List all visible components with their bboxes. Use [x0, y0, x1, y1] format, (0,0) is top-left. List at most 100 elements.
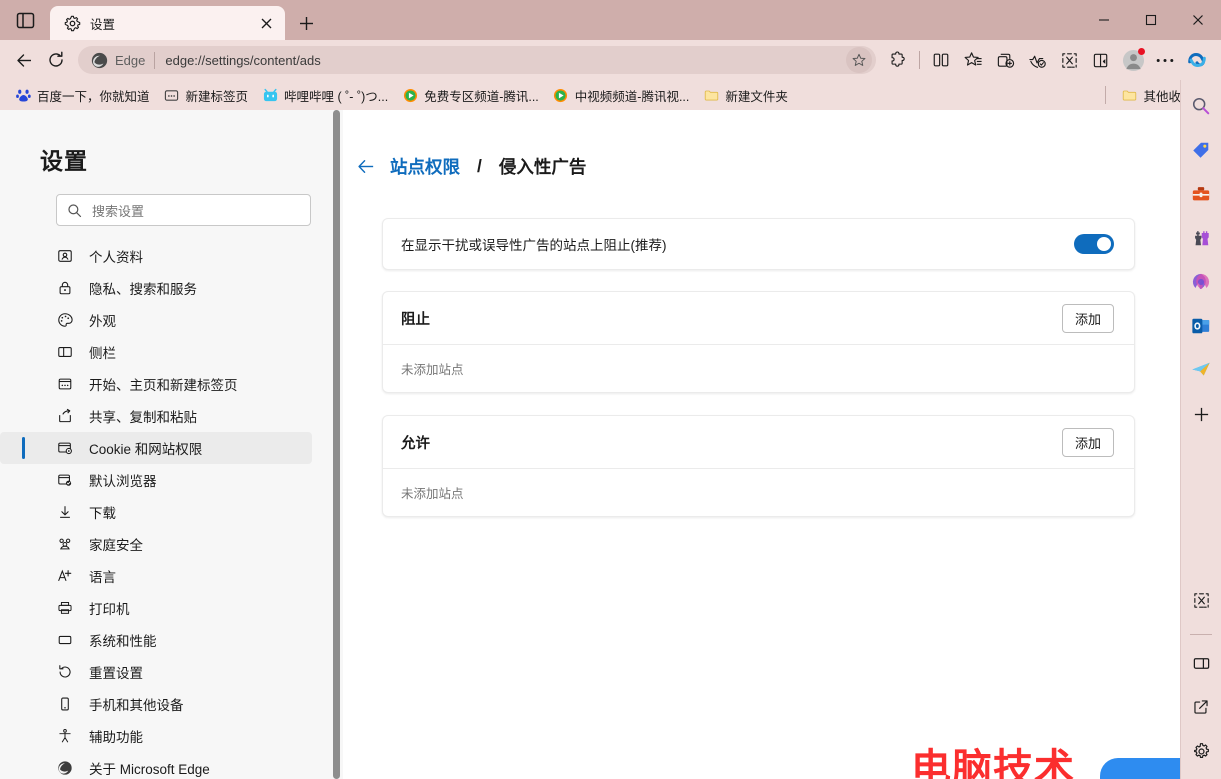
bookmark-item[interactable]: 免费专区频道-腾讯...	[395, 83, 546, 107]
maximize-button[interactable]	[1127, 0, 1174, 40]
sidebar-item-system[interactable]: 系统和性能	[0, 624, 312, 656]
rail-office-button[interactable]	[1185, 266, 1217, 298]
download-icon	[56, 504, 73, 521]
allow-section-body: 未添加站点	[383, 469, 1134, 516]
block-add-button[interactable]: 添加	[1062, 303, 1114, 333]
baidu-icon	[15, 87, 31, 103]
bookmark-folder[interactable]: 新建文件夹	[696, 83, 795, 107]
title-bar: 设置	[0, 0, 1221, 40]
rail-games-button[interactable]	[1185, 222, 1217, 254]
toggle-knob	[1097, 237, 1111, 251]
block-section-body: 未添加站点	[383, 345, 1134, 392]
sidebar-item-languages[interactable]: 语言	[0, 560, 312, 592]
search-settings-input[interactable]: 搜索设置	[56, 194, 311, 226]
tab-actions-button[interactable]	[0, 0, 50, 40]
rail-search-button[interactable]	[1185, 90, 1217, 122]
sidebar-item-appearance[interactable]: 外观	[0, 304, 312, 336]
toolbar-divider	[919, 51, 920, 69]
rail-outlook-button[interactable]	[1185, 310, 1217, 342]
minimize-button[interactable]	[1080, 0, 1127, 40]
sidebar-item-cookies-permissions[interactable]: Cookie 和网站权限	[0, 432, 312, 464]
url-text[interactable]: edge://settings/content/ads	[165, 53, 846, 68]
rail-settings-button[interactable]	[1185, 735, 1217, 767]
bookmark-item[interactable]: 中视频频道-腾讯视...	[546, 83, 697, 107]
sidebar-item-family-safety[interactable]: 家庭安全	[0, 528, 312, 560]
sidebar-item-profile[interactable]: 个人资料	[0, 240, 312, 272]
sidebar-icon	[56, 344, 73, 361]
sidebar-item-label: 家庭安全	[89, 538, 143, 553]
more-options-button[interactable]	[1149, 44, 1181, 76]
breadcrumb-parent-link[interactable]: 站点权限	[390, 154, 460, 179]
system-icon	[56, 632, 73, 649]
copilot-icon	[1188, 53, 1206, 67]
reload-button[interactable]	[40, 44, 72, 76]
page-content: 设置 搜索设置 个人资料 隐私、搜索和服务 外观 侧栏 开始、主页和新建标签页 …	[0, 110, 1180, 779]
search-icon	[68, 203, 82, 217]
browser-essentials-button[interactable]	[1021, 44, 1053, 76]
palette-icon	[56, 312, 73, 329]
address-bar[interactable]: Edge edge://settings/content/ads	[78, 46, 876, 74]
outlook-icon	[1192, 318, 1210, 334]
sidebar-scrollbar[interactable]	[333, 110, 340, 779]
allow-section-title: 允许	[401, 435, 430, 452]
sidebar-item-sidebar[interactable]: 侧栏	[0, 336, 312, 368]
ad-block-toggle-row[interactable]: 在显示干扰或误导性广告的站点上阻止(推荐)	[383, 219, 1134, 269]
family-icon	[56, 536, 73, 553]
collections-button[interactable]	[989, 44, 1021, 76]
sidebar-item-accessibility[interactable]: 辅助功能	[0, 720, 312, 752]
sidebar-item-share[interactable]: 共享、复制和粘贴	[0, 400, 312, 432]
new-tab-button[interactable]	[289, 6, 323, 40]
folder-icon	[1121, 87, 1137, 103]
bookmark-item[interactable]: 百度一下，你就知道	[8, 83, 157, 107]
bookmark-item[interactable]: 新建标签页	[157, 83, 256, 107]
ad-block-toggle-card: 在显示干扰或误导性广告的站点上阻止(推荐)	[382, 218, 1135, 270]
rail-telegram-button[interactable]	[1185, 354, 1217, 386]
breadcrumb: 站点权限 / 侵入性广告	[343, 110, 1180, 179]
ad-block-toggle-switch[interactable]	[1074, 234, 1114, 254]
sidebar-item-reset-settings[interactable]: 重置设置	[0, 656, 312, 688]
rail-shopping-button[interactable]	[1185, 134, 1217, 166]
favorites-button[interactable]	[957, 44, 989, 76]
split-screen-button[interactable]	[925, 44, 957, 76]
tab-settings[interactable]: 设置	[50, 6, 285, 40]
close-button[interactable]	[1174, 0, 1221, 40]
profile-icon	[56, 248, 73, 265]
home-icon	[56, 376, 73, 393]
close-icon[interactable]	[255, 12, 277, 34]
rail-add-button[interactable]	[1185, 398, 1217, 430]
sidebar-item-phone-devices[interactable]: 手机和其他设备	[0, 688, 312, 720]
rail-popout-button[interactable]	[1185, 691, 1217, 723]
sidebar-item-startpage[interactable]: 开始、主页和新建标签页	[0, 368, 312, 400]
collections-icon	[997, 53, 1014, 68]
sidebar-item-privacy[interactable]: 隐私、搜索和服务	[0, 272, 312, 304]
copilot-button[interactable]	[1181, 44, 1213, 76]
read-aloud-button[interactable]	[1085, 44, 1117, 76]
rail-tools-button[interactable]	[1185, 178, 1217, 210]
tencent-video-icon	[553, 87, 569, 103]
favorite-star-icon[interactable]	[846, 47, 872, 73]
sidebar-item-downloads[interactable]: 下载	[0, 496, 312, 528]
breadcrumb-separator: /	[477, 156, 482, 176]
share-icon	[56, 408, 73, 425]
extensions-button[interactable]	[882, 44, 914, 76]
sidebar-item-label: 个人资料	[89, 250, 143, 265]
rail-split-view-button[interactable]	[1185, 647, 1217, 679]
allow-add-button[interactable]: 添加	[1062, 427, 1114, 457]
profile-button[interactable]	[1117, 44, 1149, 76]
sidebar-item-default-browser[interactable]: 默认浏览器	[0, 464, 312, 496]
sidebar-item-about-edge[interactable]: 关于 Microsoft Edge	[0, 752, 312, 779]
screenshot-button[interactable]	[1053, 44, 1085, 76]
folder-icon	[703, 87, 719, 103]
shopping-tag-icon	[1193, 142, 1209, 158]
watermark-text: 电脑技术网 www.tagxp.com	[911, 747, 1090, 779]
back-arrow-icon[interactable]	[356, 157, 376, 177]
back-button[interactable]	[8, 44, 40, 76]
rail-screenshot-button[interactable]	[1185, 584, 1217, 616]
bookmark-item[interactable]: 哔哩哔哩 ( ˚- ˚)つ...	[255, 83, 395, 107]
read-aloud-icon	[1093, 53, 1107, 67]
rail-divider	[1190, 634, 1212, 635]
edge-icon	[56, 760, 73, 777]
allow-section-header: 允许 添加	[383, 416, 1134, 469]
bookmark-label: 新建文件夹	[725, 89, 788, 104]
sidebar-item-printers[interactable]: 打印机	[0, 592, 312, 624]
